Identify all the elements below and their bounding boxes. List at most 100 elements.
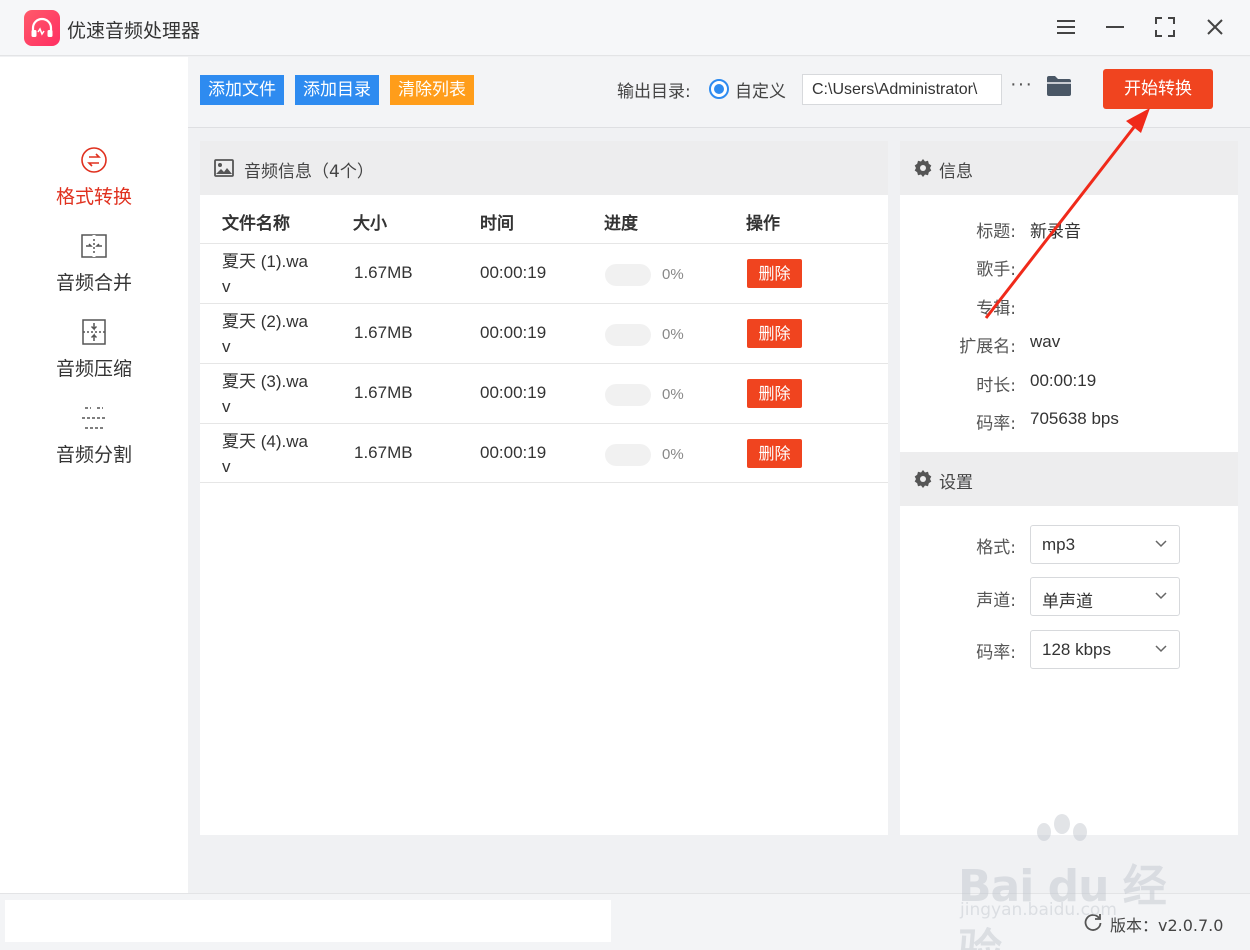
browse-more-button[interactable]: ··· <box>1010 73 1033 96</box>
delete-button[interactable]: 删除 <box>747 379 802 408</box>
file-name: 夏天 (4).wav <box>222 432 308 476</box>
table-row[interactable]: 夏天 (4).wav 1.67MB 00:00:19 0% 删除 <box>200 423 888 483</box>
output-path-field[interactable]: C:\Users\Administrator\ <box>802 74 1002 105</box>
channel-select[interactable]: 单声道 <box>1030 577 1180 616</box>
info-value-bitrate: 705638 bps <box>1030 409 1119 428</box>
info-value-title: 新录音 <box>1030 222 1081 241</box>
progress-percent: 0% <box>662 386 684 403</box>
column-header-time: 时间 <box>480 214 514 234</box>
minimize-button[interactable] <box>1100 12 1130 42</box>
progress-bar <box>605 324 651 346</box>
file-size: 1.67MB <box>354 443 413 462</box>
column-header-name: 文件名称 <box>222 214 290 234</box>
column-header-action: 操作 <box>746 214 780 234</box>
info-key-duration: 时长: <box>976 376 1016 396</box>
channel-select-value: 单声道 <box>1042 592 1093 611</box>
progress-percent: 0% <box>662 326 684 343</box>
table-row[interactable]: 夏天 (2).wav 1.67MB 00:00:19 0% 删除 <box>200 303 888 363</box>
table-row[interactable]: 夏天 (1).wav 1.67MB 00:00:19 0% 删除 <box>200 243 888 303</box>
column-header-size: 大小 <box>353 214 387 234</box>
bitrate-select-value: 128 kbps <box>1042 640 1111 659</box>
add-directory-button[interactable]: 添加目录 <box>295 75 379 105</box>
format-select[interactable]: mp3 <box>1030 525 1180 564</box>
file-name: 夏天 (1).wav <box>222 252 308 296</box>
info-title: 信息 <box>939 162 973 182</box>
info-key-album: 专辑: <box>976 299 1016 319</box>
info-key-artist: 歌手: <box>976 260 1016 280</box>
table-row[interactable]: 夏天 (3).wav 1.67MB 00:00:19 0% 删除 <box>200 363 888 423</box>
delete-button[interactable]: 删除 <box>747 319 802 348</box>
sidebar-item-split[interactable]: 音频分割 <box>0 400 188 480</box>
sidebar-item-format-convert[interactable]: 格式转换 <box>0 142 188 222</box>
status-message-box <box>5 900 611 942</box>
gear-icon <box>914 470 932 488</box>
settings-title: 设置 <box>939 473 973 493</box>
toolbar: 添加文件 添加目录 清除列表 输出目录: 自定义 C:\Users\Admini… <box>188 57 1250 128</box>
info-value-extension: wav <box>1030 332 1061 351</box>
file-size: 1.67MB <box>354 383 413 402</box>
sidebar-item-compress[interactable]: 音频压缩 <box>0 314 188 394</box>
maximize-icon <box>1155 17 1175 37</box>
info-panel: 信息 标题: 新录音 歌手: 专辑: 扩展名: wav 时长: 00:00:19… <box>900 141 1238 835</box>
sidebar-item-label: 音频压缩 <box>55 358 132 380</box>
file-duration: 00:00:19 <box>480 443 547 462</box>
chevron-down-icon <box>1155 645 1167 653</box>
settings-header: 设置 <box>900 452 1238 506</box>
progress-percent: 0% <box>662 446 684 463</box>
file-size: 1.67MB <box>354 323 413 342</box>
file-name: 夏天 (3).wav <box>222 372 308 416</box>
sidebar: 格式转换 音频合并 音频压缩 音频分割 <box>0 57 188 893</box>
gear-icon <box>914 159 932 177</box>
info-key-bitrate: 码率: <box>976 414 1016 434</box>
file-duration: 00:00:19 <box>480 323 547 342</box>
column-header-progress: 进度 <box>604 214 638 234</box>
custom-dir-radio-label[interactable]: 自定义 <box>735 77 786 102</box>
sidebar-item-label: 音频分割 <box>55 444 132 466</box>
sidebar-item-label: 音频合并 <box>55 272 132 294</box>
progress-percent: 0% <box>662 266 684 283</box>
image-icon <box>214 159 234 177</box>
merge-icon <box>81 234 107 258</box>
info-value-duration: 00:00:19 <box>1030 371 1097 390</box>
delete-button[interactable]: 删除 <box>747 259 802 288</box>
add-file-button[interactable]: 添加文件 <box>200 75 284 105</box>
delete-button[interactable]: 删除 <box>747 439 802 468</box>
file-list-panel: 音频信息（4个） 文件名称 大小 时间 进度 操作 夏天 (1).wav 1.6… <box>200 141 888 835</box>
start-convert-button[interactable]: 开始转换 <box>1103 69 1213 109</box>
compress-icon <box>82 319 106 345</box>
info-header: 信息 <box>900 141 1238 195</box>
file-name: 夏天 (2).wav <box>222 312 308 356</box>
output-dir-label: 输出目录: <box>617 82 691 102</box>
sidebar-item-merge[interactable]: 音频合并 <box>0 228 188 308</box>
menu-button[interactable] <box>1051 12 1081 42</box>
progress-bar <box>605 384 651 406</box>
file-size: 1.67MB <box>354 263 413 282</box>
bitrate-select[interactable]: 128 kbps <box>1030 630 1180 669</box>
clear-list-button[interactable]: 清除列表 <box>390 75 474 105</box>
headphones-icon <box>31 17 53 37</box>
menu-icon <box>1057 20 1075 34</box>
format-select-value: mp3 <box>1042 535 1076 554</box>
custom-dir-radio[interactable] <box>709 79 729 99</box>
folder-icon <box>1047 76 1071 96</box>
settings-key-channel: 声道: <box>976 591 1016 611</box>
close-button[interactable] <box>1200 12 1230 42</box>
title-bar: 优速音频处理器 <box>0 0 1250 56</box>
settings-key-bitrate: 码率: <box>976 643 1016 663</box>
minimize-icon <box>1106 26 1124 28</box>
open-folder-button[interactable] <box>1046 75 1072 102</box>
refresh-icon[interactable] <box>1083 912 1103 932</box>
info-key-title: 标题: <box>976 222 1016 242</box>
chevron-down-icon <box>1155 540 1167 548</box>
format-convert-icon <box>81 147 107 173</box>
maximize-button[interactable] <box>1150 12 1180 42</box>
info-key-extension: 扩展名: <box>959 337 1016 357</box>
file-list-header: 音频信息（4个） <box>200 141 888 195</box>
sidebar-item-label: 格式转换 <box>55 186 132 208</box>
status-bar: 版本：v2.0.7.0 <box>0 893 1250 950</box>
close-icon <box>1207 19 1223 35</box>
split-icon <box>82 407 106 429</box>
settings-key-format: 格式: <box>976 538 1016 558</box>
app-logo <box>24 10 60 46</box>
progress-bar <box>605 264 651 286</box>
